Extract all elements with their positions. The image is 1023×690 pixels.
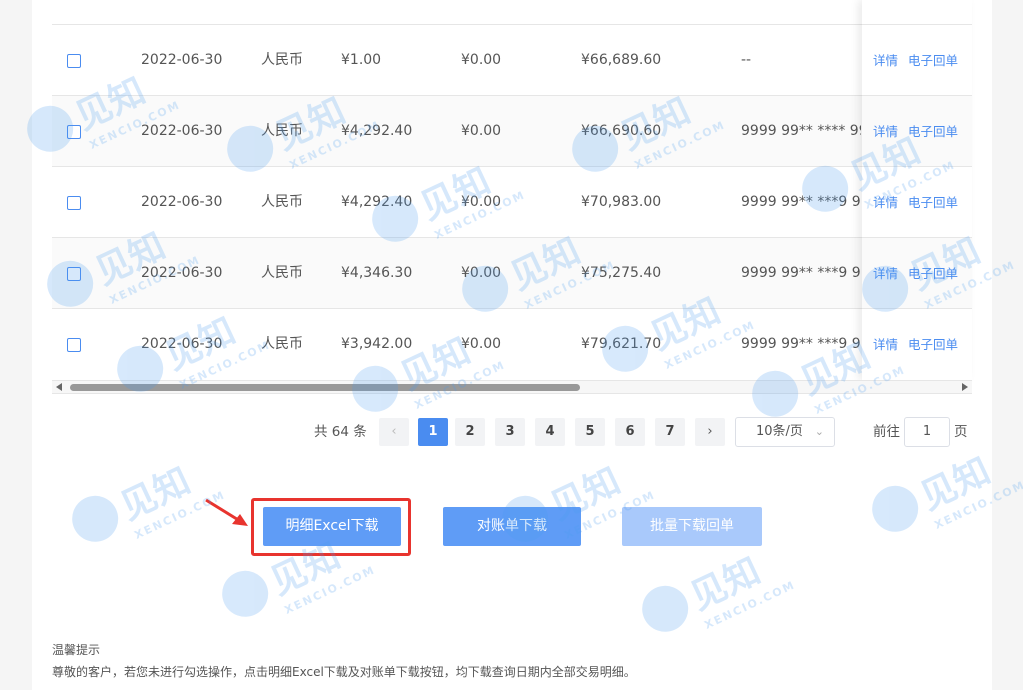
scroll-left-arrow-icon[interactable] [56,383,62,391]
account-cell: 9999 99** ***9 999 [741,194,861,210]
table-row: 2022-06-30 人民币 ¥4,292.40 ¥0.00 ¥66,690.6… [52,95,972,166]
zero-amount-cell: ¥0.00 [461,265,502,281]
page-button[interactable]: 4 [535,418,565,446]
row-checkbox[interactable] [67,196,81,210]
balance-cell: ¥70,983.00 [581,194,662,210]
table-row: 2022-06-30 人民币 ¥4,292.40 ¥0.00 ¥70,983.0… [52,166,972,237]
detail-link[interactable]: 详情 [873,238,898,309]
goto-unit-label: 页 [954,424,968,440]
table-row: 2022-06-30 人民币 ¥1.00 ¥0.00 ¥66,689.60 -- [52,24,972,95]
next-page-button[interactable]: › [695,418,725,446]
scroll-right-arrow-icon[interactable] [962,383,968,391]
zero-amount-cell: ¥0.00 [461,336,502,352]
currency-cell: 人民币 [261,194,303,210]
detail-link[interactable]: 详情 [873,96,898,167]
batch-receipt-download-button[interactable]: 批量下载回单 [622,507,762,546]
account-cell: 9999 99** ***9 999 [741,265,861,281]
row-checkbox[interactable] [67,267,81,281]
account-cell: 9999 99** **** 999 [741,123,861,139]
currency-cell: 人民币 [261,52,303,68]
amount-cell: ¥1.00 [341,52,382,68]
balance-cell: ¥75,275.40 [581,265,662,281]
balance-cell: ¥79,621.70 [581,336,662,352]
page-button[interactable]: 1 [418,418,448,446]
e-receipt-link[interactable]: 电子回单 [908,25,958,96]
total-count: 共 64 条 [314,424,367,440]
e-receipt-link[interactable]: 电子回单 [908,96,958,167]
zero-amount-cell: ¥0.00 [461,123,502,139]
page-button[interactable]: 6 [615,418,645,446]
e-receipt-link[interactable]: 电子回单 [908,238,958,309]
account-cell: -- [741,52,752,68]
currency-cell: 人民币 [261,265,303,281]
amount-cell: ¥4,292.40 [341,194,413,210]
currency-cell: 人民币 [261,336,303,352]
amount-cell: ¥3,942.00 [341,336,413,352]
amount-cell: ¥4,346.30 [341,265,413,281]
action-cell: 详情 电子回单 [862,95,972,166]
currency-cell: 人民币 [261,123,303,139]
row-checkbox[interactable] [67,54,81,68]
table-row: 2022-06-30 人民币 ¥4,346.30 ¥0.00 ¥75,275.4… [52,237,972,308]
action-cell: 详情 电子回单 [862,166,972,237]
row-checkbox[interactable] [67,125,81,139]
action-cell: 详情 电子回单 [862,308,972,379]
goto-label: 前往 [873,424,900,440]
amount-cell: ¥4,292.40 [341,123,413,139]
account-cell: 9999 99** ***9 999 [741,336,861,352]
date-cell: 2022-06-30 [141,194,223,210]
e-receipt-link[interactable]: 电子回单 [908,167,958,238]
goto-page-input[interactable]: 1 [904,417,950,447]
balance-cell: ¥66,690.60 [581,123,662,139]
date-cell: 2022-06-30 [141,336,223,352]
detail-link[interactable]: 详情 [873,167,898,238]
date-cell: 2022-06-30 [141,123,223,139]
page-button[interactable]: 5 [575,418,605,446]
zero-amount-cell: ¥0.00 [461,194,502,210]
row-checkbox[interactable] [67,338,81,352]
page-button[interactable]: 3 [495,418,525,446]
page-button[interactable]: 7 [655,418,685,446]
action-cell: 详情 电子回单 [862,237,972,308]
tips-title: 温馨提示 [52,643,101,657]
page-size-value: 10条/页 [756,424,803,439]
fixed-action-column: 详情 电子回单 详情 电子回单 详情 电子回单 详情 电子回单 详情 电子回单 [862,0,972,380]
detail-link[interactable]: 详情 [873,309,898,380]
detail-link[interactable]: 详情 [873,25,898,96]
statement-download-button[interactable]: 对账单下载 [443,507,581,546]
balance-cell: ¥66,689.60 [581,52,662,68]
red-arrow-icon [205,498,248,526]
transaction-table: 2022-06-30 人民币 ¥1.00 ¥0.00 ¥66,689.60 --… [52,0,972,380]
date-cell: 2022-06-30 [141,265,223,281]
page-size-select[interactable]: 10条/页 ⌄ [735,417,835,447]
scrollbar-thumb[interactable] [70,384,580,391]
zero-amount-cell: ¥0.00 [461,52,502,68]
e-receipt-link[interactable]: 电子回单 [908,309,958,380]
tips-body: 尊敬的客户，若您未进行勾选操作，点击明细Excel下载及对账单下载按钮，均下载查… [52,665,636,679]
highlight-box [251,498,411,556]
chevron-down-icon: ⌄ [814,425,824,438]
action-cell: 详情 电子回单 [862,24,972,95]
horizontal-scrollbar[interactable] [52,380,972,394]
prev-page-button[interactable]: ‹ [379,418,409,446]
date-cell: 2022-06-30 [141,52,223,68]
table-row: 2022-06-30 人民币 ¥3,942.00 ¥0.00 ¥79,621.7… [52,308,972,379]
page-button[interactable]: 2 [455,418,485,446]
